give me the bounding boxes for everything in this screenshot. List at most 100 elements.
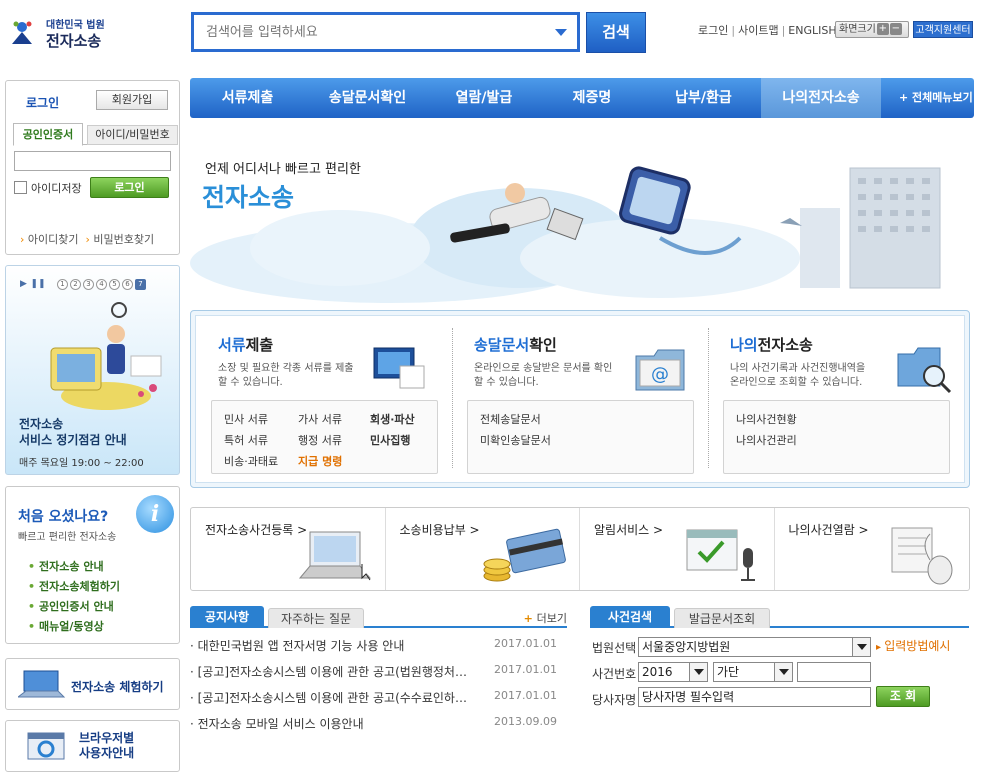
all-delivered-docs-link[interactable]: 전체송달문서 xyxy=(480,411,541,427)
document-submit-desc: 소장 및 필요한 각종 서류를 제출할 수 있습니다. xyxy=(218,363,354,388)
tab-certificate[interactable]: 공인인증서 xyxy=(13,123,83,146)
rehab-bankruptcy-link[interactable]: 회생·파산 xyxy=(370,411,415,427)
browser-guide-button[interactable]: 브라우저별 사용자안내 xyxy=(5,720,180,772)
case-registration-label: 전자소송사건등록 > xyxy=(205,523,308,537)
maintenance-banner[interactable]: ▶ ❚❚ 1234567 전자소송 서비스 정기점검 안내 매주 목요일 19:… xyxy=(5,265,180,475)
delivery-check-desc: 온라인으로 송달받은 문서를 확인 할 수 있습니다. xyxy=(474,363,613,388)
experience-button[interactable]: 전자소송 체험하기 xyxy=(5,658,180,710)
nav-all-menu[interactable]: + 전체메뉴보기 xyxy=(881,78,973,118)
banner-page-1[interactable]: 1 xyxy=(57,279,69,290)
list-item[interactable]: · 전자소송 모바일 서비스 이용안내 2013.09.09 xyxy=(190,715,567,735)
court-logo[interactable]: 대한민국 법원 전자소송 xyxy=(8,12,128,52)
laptop-icon xyxy=(18,670,66,698)
chevron-down-icon xyxy=(689,663,707,681)
nav-document-submit[interactable]: 서류제출 xyxy=(190,78,305,118)
court-select[interactable]: 서울중앙지방법원 xyxy=(638,637,871,657)
banner-page-3[interactable]: 3 xyxy=(83,279,95,290)
list-item[interactable]: · 대한민국법원 앱 전자서명 기능 사용 안내 2017.01.01 xyxy=(190,637,567,657)
notice-date: 2017.01.01 xyxy=(494,663,557,676)
document-submit-panel: 서류제출 소장 및 필요한 각종 서류를 제출할 수 있습니다. 민사 서류 가… xyxy=(196,316,452,484)
list-item[interactable]: · [공고]전자소송시스템 이용에 관한 공고(법원행정처… 2017.01.0… xyxy=(190,663,567,683)
ecase-guide-link[interactable]: 전자소송 안내 xyxy=(28,557,120,577)
tab-id-password[interactable]: 아이디/비밀번호 xyxy=(87,125,178,145)
english-link[interactable]: ENGLISH xyxy=(788,24,836,37)
tab-faq[interactable]: 자주하는 질문 xyxy=(268,608,364,628)
civil-execution-link[interactable]: 민사집행 xyxy=(370,432,410,448)
logo-title: 전자소송 xyxy=(46,32,102,50)
save-id-checkbox[interactable] xyxy=(14,181,27,194)
patent-docs-link[interactable]: 특허 서류 xyxy=(224,432,268,448)
more-link[interactable]: 더보기 xyxy=(524,610,567,626)
browser-guide-line1: 브라우저별 xyxy=(79,731,135,745)
case-search-button[interactable]: 조 회 xyxy=(876,686,930,707)
join-button[interactable]: 회원가입 xyxy=(96,90,168,110)
banner-title: 전자소송 서비스 정기점검 안내 xyxy=(19,416,127,448)
banner-page-6[interactable]: 6 xyxy=(122,279,134,290)
chevron-down-icon[interactable] xyxy=(555,29,567,36)
support-center-button[interactable]: 고객지원센터 xyxy=(913,21,973,38)
tab-notices[interactable]: 공지사항 xyxy=(190,606,264,628)
zoom-control: 화면크기 + − xyxy=(835,21,909,38)
case-year-select[interactable]: 2016 xyxy=(638,662,708,682)
list-item[interactable]: · [공고]전자소송시스템 이용에 관한 공고(수수료인하… 2017.01.0… xyxy=(190,689,567,709)
payment-order-link[interactable]: 지급 명령 xyxy=(298,453,342,469)
delivery-check-links: 전체송달문서 미확인송달문서 xyxy=(467,400,694,474)
document-submit-title-strong: 서류 xyxy=(218,336,246,354)
tab-issued-doc-search[interactable]: 발급문서조회 xyxy=(674,608,770,628)
non-contentious-link[interactable]: 비송·과태료 xyxy=(224,453,278,469)
credit-card-icon xyxy=(483,528,566,582)
login-link[interactable]: 로그인 xyxy=(698,24,728,37)
notice-date: 2013.09.09 xyxy=(494,715,557,728)
sitemap-link[interactable]: 사이트맵 xyxy=(738,24,778,37)
my-case-manage-link[interactable]: 나의사건관리 xyxy=(736,432,797,448)
banner-page-4[interactable]: 4 xyxy=(96,279,108,290)
certificate-guide-link[interactable]: 공인인증서 안내 xyxy=(28,597,120,617)
find-id-link[interactable]: 아이디찾기 xyxy=(28,233,79,246)
civil-docs-link[interactable]: 민사 서류 xyxy=(224,411,268,427)
banner-page-2[interactable]: 2 xyxy=(70,279,82,290)
delivery-check-title-strong: 송달문서 xyxy=(474,336,530,354)
certificate-id-field[interactable] xyxy=(14,151,171,171)
zoom-label: 화면크기 xyxy=(839,24,876,35)
search-box xyxy=(191,12,580,52)
case-type-select[interactable]: 가단 xyxy=(713,662,793,682)
browser-guide-label: 브라우저별 사용자안내 xyxy=(79,731,134,761)
my-case-view-link[interactable]: 나의사건열람 > xyxy=(775,508,970,590)
play-icon[interactable]: ▶ xyxy=(20,279,27,289)
nav-delivery-check[interactable]: 송달문서확인 xyxy=(305,78,430,118)
pause-icon[interactable]: ❚❚ xyxy=(30,279,45,289)
nav-payment-refund[interactable]: 납부/환급 xyxy=(646,78,761,118)
hero-title: 전자소송 xyxy=(202,183,295,212)
ecase-experience-link[interactable]: 전자소송체험하기 xyxy=(28,577,120,597)
my-case-status-link[interactable]: 나의사건현황 xyxy=(736,411,797,427)
calendar-microphone-icon xyxy=(686,529,755,581)
zoom-in-button[interactable]: + xyxy=(876,23,889,35)
family-docs-link[interactable]: 가사 서류 xyxy=(298,411,342,427)
nav-my-ecase[interactable]: 나의전자소송 xyxy=(761,78,881,118)
delivery-check-title-rest: 확인 xyxy=(529,336,557,354)
manual-video-link[interactable]: 매뉴얼/동영상 xyxy=(28,617,120,637)
case-registration-link[interactable]: 전자소송사건등록 > xyxy=(191,508,386,590)
input-example-link[interactable]: 입력방법예시 xyxy=(876,637,950,654)
party-name-input[interactable]: 당사자명 필수입력 xyxy=(638,687,871,707)
banner-page-5[interactable]: 5 xyxy=(109,279,121,290)
notification-service-link[interactable]: 알림서비스 > xyxy=(580,508,775,590)
search-button[interactable]: 검색 xyxy=(586,12,646,53)
service-divider xyxy=(708,328,709,468)
zoom-out-button[interactable]: − xyxy=(889,23,902,35)
my-ecase-title-strong: 나의 xyxy=(730,336,758,354)
unchecked-delivered-docs-link[interactable]: 미확인송달문서 xyxy=(480,432,551,448)
search-input[interactable] xyxy=(194,15,534,49)
admin-docs-link[interactable]: 행정 서류 xyxy=(298,432,342,448)
nav-view-issue[interactable]: 열람/발급 xyxy=(430,78,538,118)
tab-case-search[interactable]: 사건검색 xyxy=(590,606,670,628)
banner-page-7[interactable]: 7 xyxy=(135,279,147,290)
delivery-check-title: 송달문서확인 xyxy=(474,334,557,355)
notice-date: 2017.01.01 xyxy=(494,637,557,650)
court-select-value: 서울중앙지방법원 xyxy=(642,640,731,654)
nav-certificates[interactable]: 제증명 xyxy=(538,78,646,118)
litigation-fee-link[interactable]: 소송비용납부 > xyxy=(386,508,580,590)
case-serial-input[interactable] xyxy=(797,662,871,682)
login-button[interactable]: 로그인 xyxy=(90,177,169,198)
find-password-link[interactable]: 비밀번호찾기 xyxy=(93,233,154,246)
